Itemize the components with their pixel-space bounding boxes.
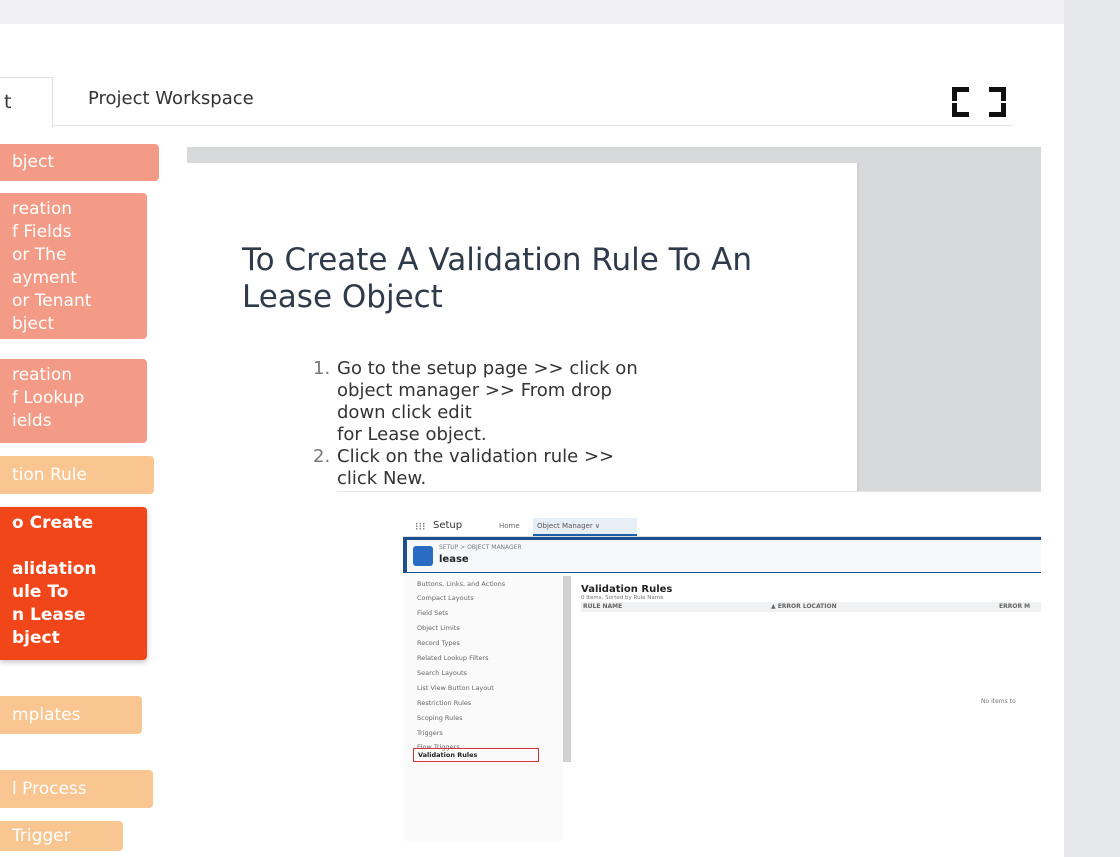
- step-text: Click on the validation rule >> click Ne…: [337, 446, 615, 489]
- nav-item-validation-rule[interactable]: tion Rule: [0, 456, 154, 494]
- nav-item-creation-of-lookup-fields[interactable]: reation f Lookup ields: [0, 359, 147, 443]
- tab-divider: [52, 125, 1012, 126]
- right-gutter: [1064, 0, 1120, 857]
- slide-viewer: To Create A Validation Rule To An Lease …: [187, 147, 1041, 841]
- browser-top-bar: [0, 0, 1120, 24]
- sf-empty-state: No items to: [981, 698, 1016, 705]
- sf-column-error-message: ERROR M: [999, 603, 1031, 610]
- step-number: 2.: [313, 446, 331, 467]
- sf-main-title: Validation Rules: [581, 584, 673, 595]
- workspace-card: t Project Workspace bject reation f Fiel…: [0, 24, 1064, 857]
- step-text: Go to the setup page >> click on object …: [337, 358, 638, 445]
- step-number: 1.: [313, 358, 331, 379]
- sf-sidebar-item: List View Button Layout: [417, 684, 494, 692]
- sf-scrollbar: [563, 576, 571, 762]
- nav-item-templates[interactable]: mplates: [0, 696, 142, 734]
- sf-sidebar-item: Triggers: [417, 729, 443, 737]
- nav-item-trigger[interactable]: Trigger: [0, 821, 123, 851]
- sf-sidebar-item: Record Types: [417, 639, 460, 647]
- slide-title: To Create A Validation Rule To An Lease …: [242, 242, 753, 315]
- sf-column-error-location: ▲ ERROR LOCATION: [771, 603, 837, 610]
- steps-list: 1. Go to the setup page >> click on obje…: [305, 358, 765, 490]
- step-item: 1. Go to the setup page >> click on obje…: [305, 358, 765, 446]
- sf-breadcrumb: SETUP > OBJECT MANAGER: [439, 544, 522, 551]
- nav-item-object[interactable]: bject: [0, 144, 159, 181]
- sf-top-nav: ⁝⁝⁝ Setup Home Object Manager ∨: [403, 516, 1041, 537]
- sf-object-manager-tab: Object Manager ∨: [533, 518, 637, 536]
- sf-sidebar-item: Scoping Rules: [417, 714, 463, 722]
- sf-sidebar-item: Restriction Rules: [417, 699, 472, 707]
- object-icon: [413, 546, 433, 566]
- app-launcher-icon: ⁝⁝⁝: [415, 520, 426, 533]
- nav-item-creation-of-fields[interactable]: reation f Fields or The ayment or Tenant…: [0, 193, 147, 339]
- nav-item-create-validation-rule-lease[interactable]: o Create alidation ule To n Lease bject: [0, 507, 147, 660]
- step-item: 2. Click on the validation rule >> click…: [305, 446, 765, 490]
- embedded-screenshot: ⁝⁝⁝ Setup Home Object Manager ∨ SETUP > …: [337, 491, 1041, 841]
- sf-sidebar-item: Related Lookup Filters: [417, 654, 489, 662]
- sf-sidebar-item: Field Sets: [417, 609, 449, 617]
- sf-sidebar-item: Object Limits: [417, 624, 460, 632]
- fullscreen-icon[interactable]: [952, 87, 1006, 117]
- sf-sidebar-item: Compact Layouts: [417, 594, 474, 602]
- tab-previous[interactable]: t: [0, 77, 53, 128]
- sf-sidebar-item: Search Layouts: [417, 669, 467, 677]
- sf-object-header: SETUP > OBJECT MANAGER lease: [407, 540, 1041, 572]
- tab-project-workspace[interactable]: Project Workspace: [88, 88, 254, 109]
- sf-setup-label: Setup: [433, 520, 463, 531]
- sf-sidebar-item: Buttons, Links, and Actions: [417, 580, 506, 588]
- sf-sidebar: Buttons, Links, and Actions Compact Layo…: [403, 576, 563, 841]
- sf-sidebar-item-validation-rules: Validation Rules: [413, 748, 539, 762]
- sf-object-name: lease: [439, 554, 469, 565]
- sf-home-tab: Home: [499, 522, 520, 530]
- nav-item-process[interactable]: l Process: [0, 770, 153, 808]
- sf-column-rule-name: RULE NAME: [583, 603, 623, 610]
- sf-column-header: RULE NAME ▲ ERROR LOCATION ERROR M: [581, 602, 1041, 612]
- sf-main-subtitle: 0 Items, Sorted by Rule Name: [581, 595, 664, 601]
